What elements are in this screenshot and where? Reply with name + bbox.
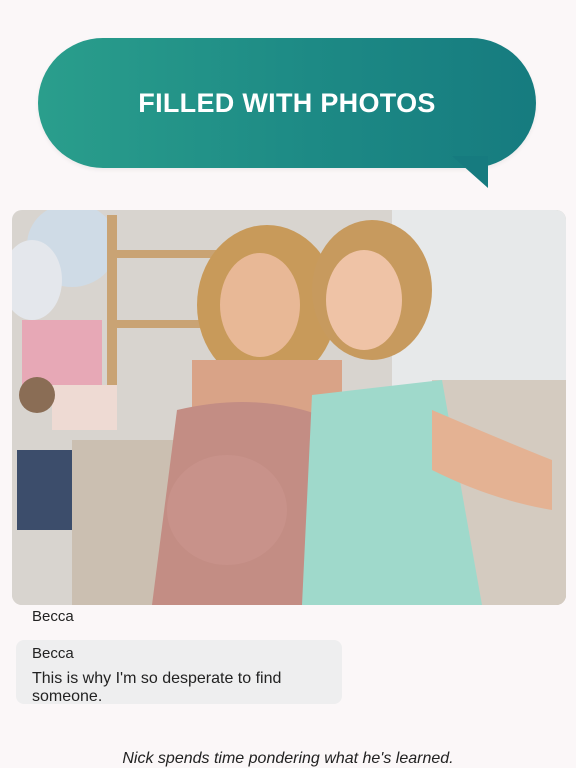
banner-tail [452, 156, 488, 188]
message-sender-label: Becca [32, 608, 74, 625]
message-author: Becca [32, 645, 74, 662]
chat-photo[interactable] [12, 210, 566, 605]
message-bubble[interactable]: Becca This is why I'm so desperate to fi… [16, 640, 342, 705]
banner-title: FILLED WITH PHOTOS [138, 87, 436, 118]
narration-text: Nick spends time pondering what he's lea… [122, 750, 454, 767]
photo-image-icon [12, 210, 566, 605]
promo-banner: FILLED WITH PHOTOS [38, 38, 536, 168]
message-text: This is why I'm so desperate to find som… [32, 670, 282, 705]
